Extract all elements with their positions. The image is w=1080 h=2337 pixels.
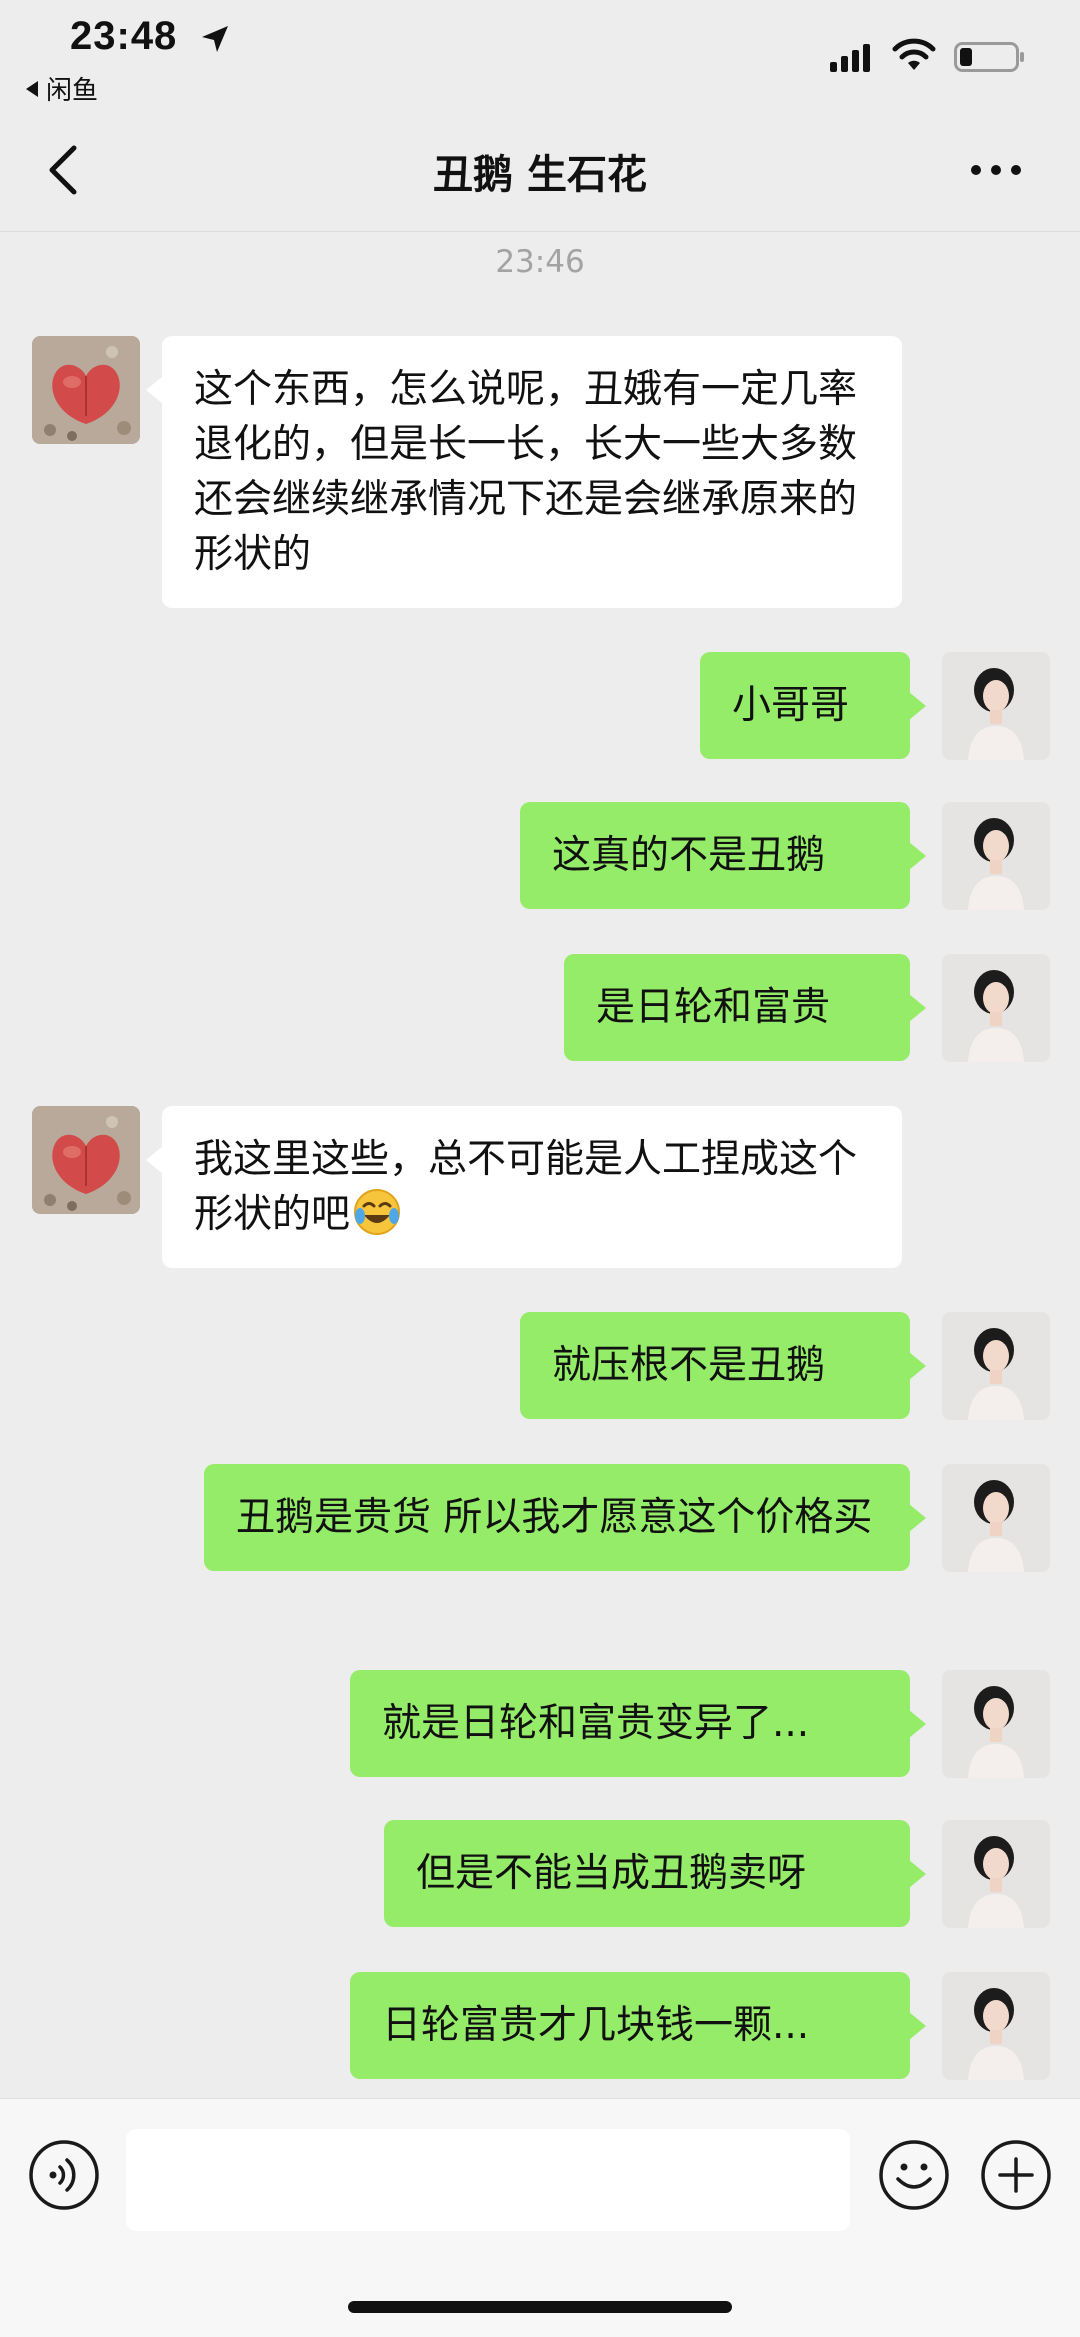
message-text: 就是日轮和富贵变异了... [382, 1701, 810, 1746]
user-avatar[interactable] [942, 1670, 1050, 1778]
sent-message-bubble[interactable]: 小哥哥 [700, 652, 926, 759]
message-input[interactable] [126, 2129, 850, 2231]
chat-title: 丑鹅 生石花 [433, 152, 647, 198]
lithops-plant-icon [32, 336, 140, 444]
sent-message-bubble[interactable]: 就是日轮和富贵变异了... [350, 1670, 926, 1777]
user-portrait-icon [942, 1670, 1050, 1778]
user-portrait-icon [942, 1464, 1050, 1572]
user-avatar[interactable] [942, 652, 1050, 760]
sent-message-bubble[interactable]: 就压根不是丑鹅 [520, 1312, 926, 1419]
battery-icon [954, 42, 1024, 72]
back-to-app-link[interactable]: 闲鱼 [26, 70, 98, 107]
plus-icon[interactable] [980, 2139, 1052, 2211]
back-app-label: 闲鱼 [46, 76, 99, 106]
status-time: 23:48 [70, 14, 178, 58]
sent-message-bubble[interactable]: 这真的不是丑鹅 [520, 802, 926, 909]
received-message-bubble[interactable]: 这个东西，怎么说呢，丑娥有一定几率退化的，但是长一长，长大一些大多数还会继续继承… [146, 336, 902, 608]
user-avatar[interactable] [942, 1972, 1050, 2080]
sent-message-bubble[interactable]: 但是不能当成丑鹅卖呀 [384, 1820, 926, 1927]
user-avatar[interactable] [942, 1820, 1050, 1928]
contact-avatar[interactable] [32, 1106, 140, 1214]
location-arrow-icon [202, 26, 228, 52]
message-text: 但是不能当成丑鹅卖呀 [416, 1851, 807, 1896]
user-portrait-icon [942, 652, 1050, 760]
message-text: 是日轮和富贵 [596, 985, 831, 1030]
lithops-plant-icon [32, 1106, 140, 1214]
message-text: 这个东西，怎么说呢，丑娥有一定几率退化的，但是长一长，长大一些大多数还会继续继承… [194, 367, 858, 577]
chat-header: 丑鹅 生石花 [0, 110, 1080, 232]
sent-message-bubble[interactable]: 是日轮和富贵 [564, 954, 926, 1061]
user-portrait-icon [942, 1820, 1050, 1928]
sent-message-bubble[interactable]: 丑鹅是贵货 所以我才愿意这个价格买 [204, 1464, 926, 1571]
message-text: 小哥哥 [732, 683, 850, 728]
message-text: 我这里这些，总不可能是人工捏成这个形状的吧 [194, 1137, 858, 1237]
emoji-icon[interactable] [878, 2139, 950, 2211]
tears-of-joy-emoji-icon [354, 1189, 401, 1235]
message-text: 就压根不是丑鹅 [552, 1343, 826, 1388]
user-avatar[interactable] [942, 1312, 1050, 1420]
status-bar: 23:48 闲鱼 [0, 0, 1080, 110]
more-options-icon[interactable] [968, 152, 1024, 188]
contact-avatar[interactable] [32, 336, 140, 444]
chat-timestamp: 23:46 [495, 244, 585, 280]
cellular-signal-icon [830, 44, 870, 72]
user-portrait-icon [942, 1312, 1050, 1420]
home-indicator[interactable] [348, 2301, 732, 2313]
user-avatar[interactable] [942, 1464, 1050, 1572]
user-avatar[interactable] [942, 954, 1050, 1062]
voice-icon[interactable] [28, 2139, 100, 2211]
user-portrait-icon [942, 1972, 1050, 2080]
message-text: 丑鹅是贵货 所以我才愿意这个价格买 [236, 1495, 873, 1540]
user-avatar[interactable] [942, 802, 1050, 910]
wifi-icon [892, 38, 936, 70]
message-text: 这真的不是丑鹅 [552, 833, 826, 878]
message-text: 日轮富贵才几块钱一颗... [382, 2003, 810, 2048]
user-portrait-icon [942, 802, 1050, 910]
received-message-bubble[interactable]: 我这里这些，总不可能是人工捏成这个形状的吧 [146, 1106, 902, 1268]
back-app-triangle-icon [26, 80, 38, 97]
sent-message-bubble[interactable]: 日轮富贵才几块钱一颗... [350, 1972, 926, 2079]
user-portrait-icon [942, 954, 1050, 1062]
